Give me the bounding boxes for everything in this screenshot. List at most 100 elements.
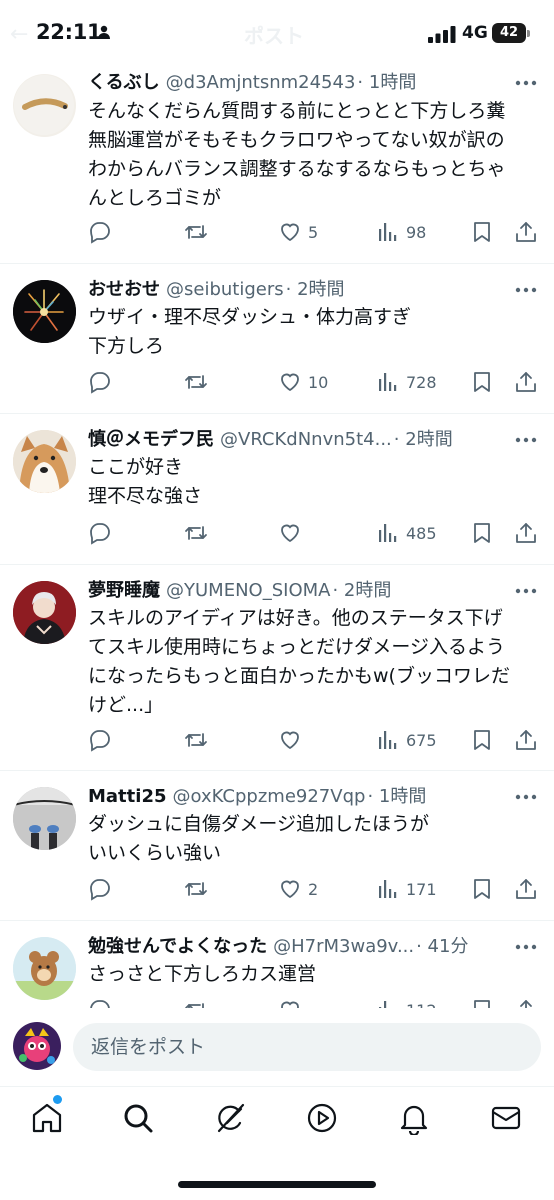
avatar[interactable] (13, 430, 76, 493)
handle[interactable]: @YUMENO_SIOMA (166, 580, 330, 601)
repost-button[interactable] (184, 876, 208, 902)
tab-grok[interactable] (213, 1101, 247, 1135)
display-name[interactable]: 慎＠メモデフ民 (88, 429, 214, 450)
post[interactable]: 勉強せんでよくなった @H7rM3wa9v... · 41分 さっさと下方しろカス運… (0, 921, 554, 1008)
views-button[interactable]: 171 (376, 876, 437, 902)
like-button[interactable]: 10 (278, 369, 328, 395)
more-icon[interactable] (514, 943, 538, 951)
like-button[interactable]: 5 (278, 219, 318, 245)
like-button[interactable] (278, 520, 308, 546)
reply-button[interactable] (88, 876, 112, 902)
views-icon (379, 524, 397, 542)
avatar[interactable] (13, 937, 76, 1000)
avatar[interactable] (13, 787, 76, 850)
post[interactable]: くるぶし @d3Amjntsnm24543 · 1時間 そんなくだらん質問する前にと… (0, 70, 554, 264)
share-icon (520, 1000, 532, 1008)
bell-icon (400, 1105, 428, 1137)
view-count: 112 (406, 1001, 437, 1009)
reply-feed[interactable]: くるぶし @d3Amjntsnm24543 · 1時間 そんなくだらん質問する前にと… (0, 70, 554, 1008)
views-button[interactable]: 112 (376, 997, 437, 1008)
share-icon (516, 372, 536, 392)
view-count: 675 (406, 730, 437, 750)
share-button[interactable] (514, 876, 538, 902)
more-icon[interactable] (514, 793, 538, 801)
views-icon (379, 731, 397, 749)
my-avatar[interactable] (13, 1022, 61, 1070)
post-text: そんなくだらん質問する前にとっとと下方しろ糞 無脳運営がそもそもクラロワやってな… (88, 100, 506, 209)
heart-icon (281, 524, 299, 543)
reply-button[interactable] (88, 219, 112, 245)
tab-notifications[interactable] (397, 1101, 431, 1137)
tab-search[interactable] (121, 1101, 155, 1135)
reply-input[interactable]: 返信をポスト (73, 1023, 541, 1071)
more-icon[interactable] (514, 79, 538, 87)
share-button[interactable] (514, 219, 538, 245)
avatar[interactable] (13, 280, 76, 343)
handle[interactable]: @H7rM3wa9v... (273, 936, 414, 957)
video-play-icon (307, 1103, 337, 1133)
tab-video[interactable] (305, 1101, 339, 1135)
views-button[interactable]: 98 (376, 219, 426, 245)
display-name[interactable]: 勉強せんでよくなった (88, 936, 267, 957)
bookmark-button[interactable] (470, 727, 494, 753)
post[interactable]: Matti25 @oxKCppzme927Vqp · 1時間 ダッシュに自傷ダメージ… (0, 771, 554, 921)
display-name[interactable]: 夢野睡魔 (88, 580, 160, 601)
like-button[interactable]: 2 (278, 876, 318, 902)
reply-button[interactable] (88, 369, 112, 395)
views-button[interactable]: 728 (376, 369, 437, 395)
back-arrow-icon[interactable]: ← (10, 22, 28, 47)
avatar[interactable] (13, 581, 76, 644)
tab-home[interactable] (30, 1101, 64, 1135)
like-button[interactable] (278, 727, 308, 753)
heart-icon (281, 880, 299, 899)
repost-button[interactable] (184, 520, 208, 546)
bookmark-button[interactable] (470, 997, 494, 1008)
post-text: スキルのアイディアは好き。他のステータス下げ てスキル使用時にちょっとだけダメー… (88, 607, 510, 716)
battery-nub (527, 30, 530, 37)
bookmark-button[interactable] (470, 369, 494, 395)
post-time: · 1時間 (357, 72, 417, 93)
views-button[interactable]: 485 (376, 520, 437, 546)
share-button[interactable] (514, 727, 538, 753)
repost-button[interactable] (184, 727, 208, 753)
more-icon[interactable] (514, 286, 538, 294)
share-button[interactable] (514, 520, 538, 546)
display-name[interactable]: Matti25 (88, 786, 167, 807)
tab-messages[interactable] (489, 1101, 523, 1135)
share-button[interactable] (514, 369, 538, 395)
avatar[interactable] (13, 74, 76, 137)
post[interactable]: 夢野睡魔 @YUMENO_SIOMA · 2時間 スキルのアイディアは好き。他のステ… (0, 565, 554, 771)
like-button[interactable] (278, 997, 308, 1008)
handle[interactable]: @seibutigers (166, 279, 284, 300)
mail-icon (491, 1106, 521, 1130)
bookmark-button[interactable] (470, 520, 494, 546)
handle[interactable]: @d3Amjntsnm24543 (166, 72, 356, 93)
handle[interactable]: @VRCKdNnvn5t4... (220, 429, 392, 450)
reply-button[interactable] (88, 727, 112, 753)
repost-button[interactable] (184, 369, 208, 395)
repost-icon (185, 1003, 204, 1008)
bookmark-button[interactable] (470, 876, 494, 902)
bookmark-button[interactable] (470, 219, 494, 245)
repost-button[interactable] (184, 219, 208, 245)
handle[interactable]: @oxKCppzme927Vqp (173, 786, 366, 807)
reply-icon (90, 523, 110, 545)
post[interactable]: おせおせ @seibutigers · 2時間 ウザイ・理不尽ダッシュ・体力高すぎ … (0, 264, 554, 414)
more-icon[interactable] (514, 587, 538, 595)
views-button[interactable]: 675 (376, 727, 437, 753)
display-name[interactable]: おせおせ (88, 279, 160, 300)
display-name[interactable]: くるぶし (88, 72, 160, 93)
share-button[interactable] (514, 997, 538, 1008)
heart-icon (281, 731, 299, 750)
repost-button[interactable] (184, 997, 208, 1008)
post[interactable]: 慎＠メモデフ民 @VRCKdNnvn5t4... · 2時間 ここが好き 理不尽な強… (0, 414, 554, 565)
reply-icon (90, 1000, 110, 1008)
status-time: 22:11 (36, 20, 102, 44)
post-header: 慎＠メモデフ民 @VRCKdNnvn5t4... · 2時間 (88, 428, 453, 452)
post-time: · 41分 (416, 936, 469, 957)
reply-button[interactable] (88, 520, 112, 546)
home-indicator (178, 1181, 376, 1188)
share-icon (516, 523, 536, 543)
reply-button[interactable] (88, 997, 112, 1008)
more-icon[interactable] (514, 436, 538, 444)
